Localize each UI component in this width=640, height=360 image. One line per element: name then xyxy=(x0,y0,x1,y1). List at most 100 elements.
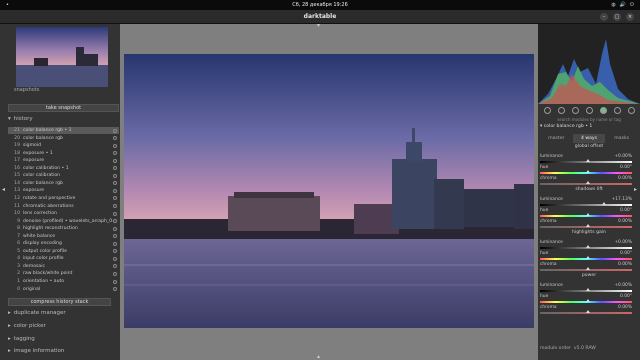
section-title: power xyxy=(581,273,597,278)
history-item[interactable]: 21 color balance rgb • 1 xyxy=(8,127,119,135)
slider-knob[interactable] xyxy=(586,213,590,216)
chroma-slider[interactable]: chroma 0.00% xyxy=(540,219,632,229)
history-item[interactable]: 15 color calibration xyxy=(8,172,119,179)
history-item-label: display encoding xyxy=(23,241,62,247)
slider-knob[interactable] xyxy=(586,170,590,173)
history-item[interactable]: 3 demosaic xyxy=(8,263,119,270)
history-item-number: 4 xyxy=(17,256,20,262)
module-status-icon xyxy=(113,158,117,163)
slider-knob[interactable] xyxy=(602,202,606,205)
effect-group-icon[interactable] xyxy=(627,106,635,114)
maximize-button[interactable]: □ xyxy=(613,13,621,21)
luminance-slider[interactable]: luminance +0.00% xyxy=(540,283,632,293)
main-image[interactable] xyxy=(124,54,534,328)
history-item-label: color balance rgb xyxy=(23,180,63,186)
chroma-slider[interactable]: chroma 0.00% xyxy=(540,176,632,186)
history-header[interactable]: ▾ history xyxy=(8,116,33,122)
slider-value: +0.00% xyxy=(614,154,632,159)
history-item-label: color balance rgb • 1 xyxy=(23,128,72,133)
history-item[interactable]: 10 lens correction xyxy=(8,210,119,217)
history-item-number: 13 xyxy=(14,188,20,194)
history-item[interactable]: 5 output color profile xyxy=(8,248,119,255)
tab-masks[interactable]: masks xyxy=(605,134,638,143)
power-icon[interactable]: ⏻ xyxy=(630,0,634,10)
module-status-icon xyxy=(113,181,117,186)
slider-label: hue xyxy=(540,251,549,256)
slider-knob[interactable] xyxy=(586,256,590,259)
tab-4-ways[interactable]: 4 ways xyxy=(572,134,606,143)
history-item[interactable]: 20 color balance rgb xyxy=(8,135,119,142)
volume-icon[interactable]: 🔊 xyxy=(620,0,626,10)
history-item[interactable]: 16 color calibration • 1 xyxy=(8,165,119,172)
slider-label: chroma xyxy=(540,176,557,181)
slider-knob[interactable] xyxy=(586,267,590,270)
snapshots-header[interactable]: snapshots xyxy=(14,87,39,93)
minimize-button[interactable]: – xyxy=(600,13,608,21)
slider-label: hue xyxy=(540,165,549,170)
power-icon[interactable] xyxy=(557,106,565,114)
duplicate-manager-header[interactable]: ▸ duplicate manager xyxy=(8,310,66,316)
quick-access-icon[interactable] xyxy=(543,106,551,114)
histogram[interactable] xyxy=(538,24,640,104)
tab-master[interactable]: master xyxy=(540,134,573,143)
chevron-right-icon: ▸ xyxy=(8,348,11,354)
history-item-label: white balance xyxy=(23,233,56,239)
circle-icon[interactable] xyxy=(571,106,579,114)
history-item[interactable]: 13 exposure xyxy=(8,187,119,194)
slider-knob[interactable] xyxy=(586,245,590,248)
chroma-slider[interactable]: chroma 0.00% xyxy=(540,305,632,315)
history-item[interactable]: 1 orientation • auto xyxy=(8,278,119,285)
top-panel-collapse-icon[interactable]: ▾ xyxy=(317,22,320,29)
correct-group-icon[interactable] xyxy=(613,106,621,114)
slider-value: 0.00% xyxy=(618,176,632,181)
left-panel-collapse-icon[interactable]: ◂ xyxy=(2,186,5,193)
image-information-header[interactable]: ▸ image information xyxy=(8,348,64,354)
hue-slider[interactable]: hue 0.00° xyxy=(540,251,632,261)
history-item[interactable]: 4 input color profile xyxy=(8,255,119,262)
history-item[interactable]: 0 original xyxy=(8,286,119,293)
history-item[interactable]: 11 chromatic aberrations xyxy=(8,203,119,210)
system-tray[interactable]: ◍ 🔊 ⏻ xyxy=(611,0,634,10)
close-button[interactable]: × xyxy=(626,13,634,21)
network-icon[interactable]: ◍ xyxy=(611,0,615,10)
take-snapshot-button[interactable]: take snapshot xyxy=(8,104,119,112)
hue-slider[interactable]: hue 0.00° xyxy=(540,208,632,218)
history-item[interactable]: 2 raw black/white point xyxy=(8,270,119,277)
history-item[interactable]: 9 denoise (profiled) • wavelets_arraph_0.… xyxy=(8,218,119,225)
history-item-number: 19 xyxy=(14,143,20,149)
slider-knob[interactable] xyxy=(586,224,590,227)
module-status-icon xyxy=(113,196,117,201)
right-panel-collapse-icon[interactable]: ▸ xyxy=(634,186,637,193)
color-picker-header[interactable]: ▸ color picker xyxy=(8,323,46,329)
clock[interactable]: Сб, 28 декабря 19:26 xyxy=(0,0,640,10)
history-item[interactable]: 17 exposure xyxy=(8,157,119,164)
base-group-icon[interactable] xyxy=(585,106,593,114)
active-group-icon[interactable] xyxy=(599,106,607,114)
bottom-panel-collapse-icon[interactable]: ▴ xyxy=(317,353,320,360)
history-item[interactable]: 18 exposure • 1 xyxy=(8,150,119,157)
history-item[interactable]: 8 highlight reconstruction xyxy=(8,225,119,232)
slider-knob[interactable] xyxy=(586,181,590,184)
history-item[interactable]: 12 rotate and perspective xyxy=(8,195,119,202)
tagging-header[interactable]: ▸ tagging xyxy=(8,336,35,342)
module-search-input[interactable]: search modules by name or tag xyxy=(540,116,638,123)
section-title: global offset xyxy=(574,144,604,149)
luminance-slider[interactable]: luminance +17.13% xyxy=(540,197,632,207)
navigation-thumbnail[interactable] xyxy=(16,27,108,87)
history-item[interactable]: 14 color balance rgb xyxy=(8,180,119,187)
module-header[interactable]: ▾ color balance rgb • 1 xyxy=(540,123,638,131)
compress-history-button[interactable]: compress history stack xyxy=(8,298,111,306)
luminance-slider[interactable]: luminance +0.00% xyxy=(540,240,632,250)
slider-knob[interactable] xyxy=(586,159,590,162)
chroma-slider[interactable]: chroma 0.00% xyxy=(540,262,632,272)
history-item[interactable]: 19 sigmoid xyxy=(8,142,119,149)
luminance-slider[interactable]: luminance +0.00% xyxy=(540,154,632,164)
slider-track[interactable] xyxy=(540,204,632,206)
slider-knob[interactable] xyxy=(586,288,590,291)
hue-slider[interactable]: hue 0.00° xyxy=(540,294,632,304)
history-item[interactable]: 7 white balance xyxy=(8,233,119,240)
slider-knob[interactable] xyxy=(586,299,590,302)
slider-knob[interactable] xyxy=(586,310,590,313)
hue-slider[interactable]: hue 0.00° xyxy=(540,165,632,175)
history-item[interactable]: 6 display encoding xyxy=(8,240,119,247)
